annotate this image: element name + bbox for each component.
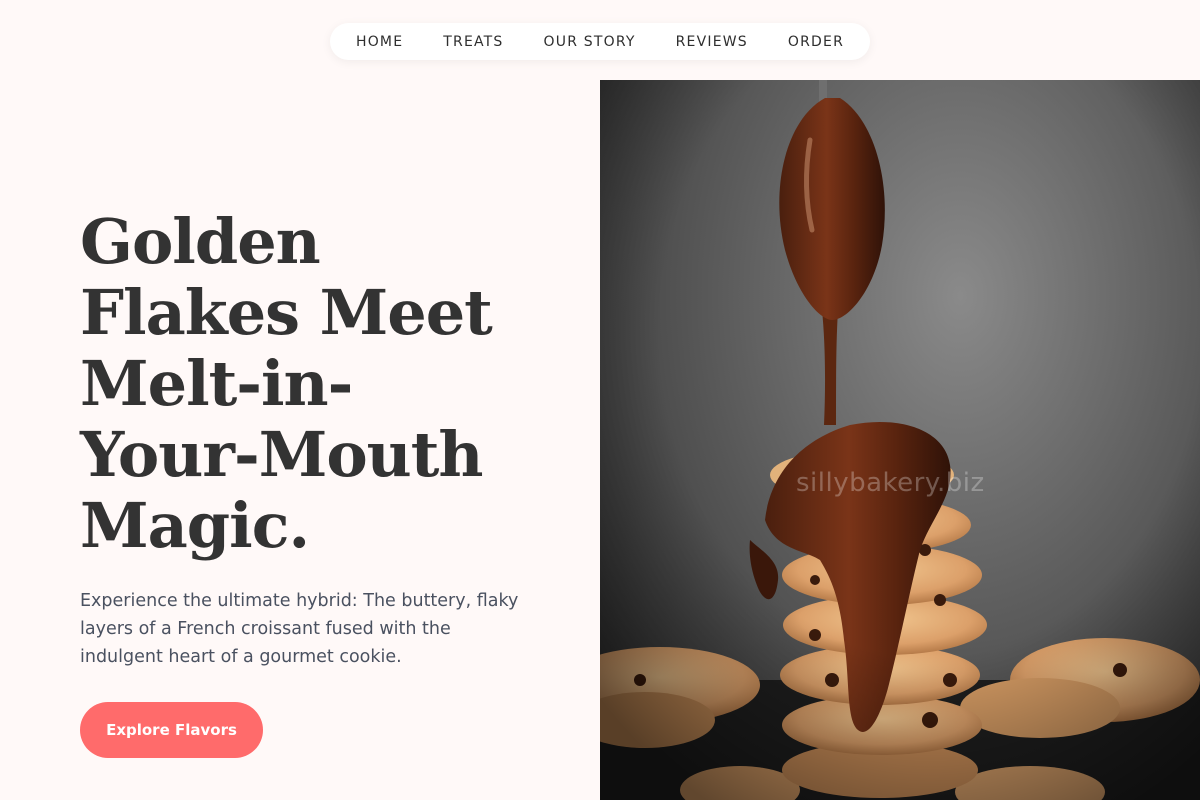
- nav-item-reviews[interactable]: REVIEWS: [656, 34, 768, 50]
- explore-flavors-button[interactable]: Explore Flavors: [80, 702, 263, 758]
- hero-title-line: Your-Mouth: [80, 418, 483, 491]
- top-nav: HOME TREATS OUR STORY REVIEWS ORDER: [330, 23, 870, 60]
- watermark-text: sillybakery.biz: [796, 468, 985, 498]
- cookie-illustration: [600, 80, 1200, 800]
- hero-description: Experience the ultimate hybrid: The butt…: [80, 591, 519, 667]
- hero-title-line: Melt-in-: [80, 347, 353, 420]
- nav-item-order[interactable]: ORDER: [768, 34, 864, 50]
- hero-image: sillybakery.biz: [600, 80, 1200, 800]
- hero-title-line: Flakes Meet: [80, 276, 493, 349]
- hero-title: Golden Flakes Meet Melt-in- Your-Mouth M…: [80, 206, 560, 561]
- page: HOME TREATS OUR STORY REVIEWS ORDER Gold…: [0, 0, 1200, 800]
- nav-item-home[interactable]: HOME: [336, 34, 423, 50]
- hero-title-line: Magic.: [80, 489, 310, 562]
- nav-item-our-story[interactable]: OUR STORY: [524, 34, 656, 50]
- nav-item-treats[interactable]: TREATS: [423, 34, 523, 50]
- hero-title-line: Golden: [80, 205, 321, 278]
